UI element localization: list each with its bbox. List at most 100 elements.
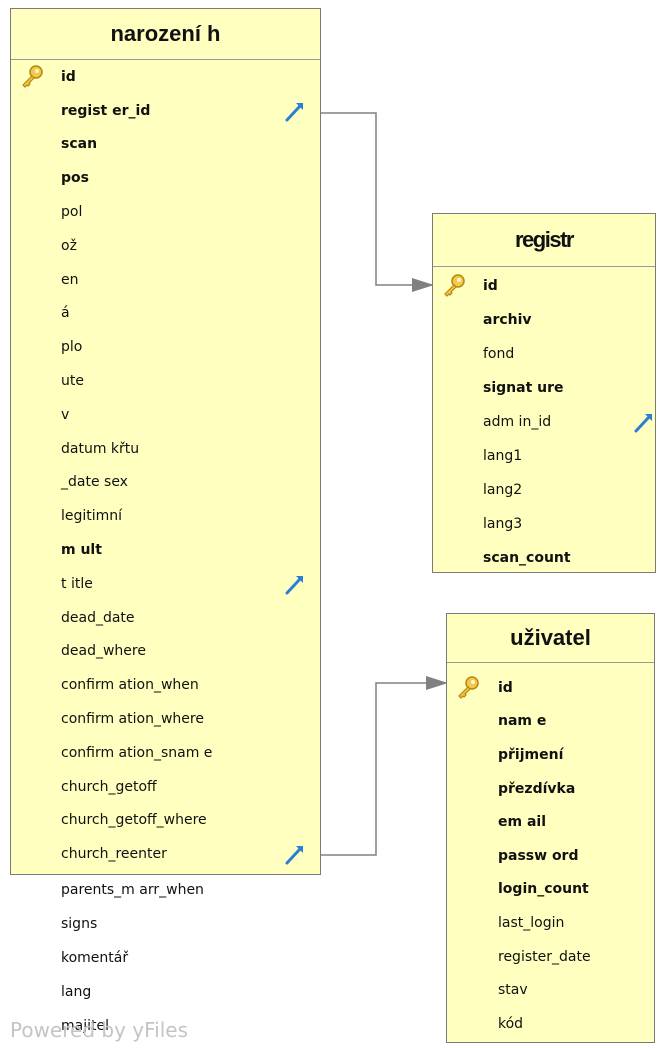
table-row[interactable]: em ail [447,805,654,839]
table-row[interactable]: scan [11,128,320,162]
table-row[interactable]: archiv [433,303,655,337]
column-name: přezdívka [498,780,576,797]
column-name: id [498,679,513,696]
table-row[interactable]: pos [11,161,320,195]
column-name: t itle [61,575,93,592]
table-row[interactable]: lang3 [433,507,655,541]
connector-church-reenter-to-uzivatel [320,676,448,856]
table-uzivatel[interactable]: uživatel id nam e přijmení přezdívka em ail p… [446,613,655,1043]
column-name: nam e [498,713,547,730]
table-row[interactable]: confirm ation_snam e [11,736,320,770]
column-name: plo [61,339,83,356]
column-name: regist er_id [61,102,151,119]
table-row[interactable]: login_count [447,873,654,907]
table-row[interactable]: stav [447,973,654,1007]
table-row[interactable]: lang1 [433,439,655,473]
watermark: Powered by yFiles [10,1018,188,1042]
table-row[interactable]: datum křtu [11,432,320,466]
primary-key-icon [19,64,45,94]
table-row[interactable]: dead_where [11,635,320,669]
table-row[interactable]: id [11,60,320,94]
table-row[interactable]: register_date [447,940,654,974]
table-row[interactable]: dead_date [11,601,320,635]
overflow-column-name: komentář [61,950,129,966]
column-name: ute [61,373,84,390]
table-row[interactable]: lang2 [433,473,655,507]
column-name: _date sex [61,474,128,491]
column-name: confirm ation_where [61,711,204,728]
table-row[interactable]: passw ord [447,839,654,873]
column-name: em ail [498,814,547,831]
table-row[interactable]: id [447,671,654,705]
foreign-key-icon [633,411,655,437]
table-title: narození h [11,9,320,60]
overflow-column-name: parents_m arr_when [61,882,204,898]
overflow-column-name: lang [61,984,92,1000]
table-row[interactable]: regist er_id [11,94,320,128]
column-name: church_getoff_where [61,812,207,829]
table-row[interactable]: přijmení [447,738,654,772]
table-row[interactable]: t itle [11,567,320,601]
column-name: church_reenter [61,846,167,863]
table-narozeni[interactable]: narození h id regist er_idscan pos pol ož en á… [10,8,321,875]
column-name: archiv [483,312,532,328]
column-name: legitimní [61,508,123,525]
column-name: lang3 [483,516,523,532]
column-name: pos [61,170,89,187]
table-row[interactable]: scan_count [433,541,655,575]
column-name: ož [61,237,77,254]
column-name: en [61,271,79,288]
column-name: confirm ation_snam e [61,744,213,761]
column-name: passw ord [498,847,579,864]
column-name: dead_date [61,609,135,626]
column-name: id [483,278,498,294]
table-row[interactable]: confirm ation_when [11,668,320,702]
column-name: fond [483,346,515,362]
column-name: signat ure [483,380,564,396]
table-row[interactable]: kód [447,1007,654,1041]
column-name: m ult [61,542,102,559]
primary-key-icon [441,273,467,303]
table-row[interactable]: ož [11,229,320,263]
column-name: scan_count [483,550,571,566]
table-row[interactable]: m ult [11,533,320,567]
table-row[interactable]: _date sex [11,466,320,500]
column-name: register_date [498,948,591,965]
table-row[interactable]: ute [11,364,320,398]
column-name: v [61,406,70,423]
table-row[interactable]: nam e [447,705,654,739]
column-name: lang1 [483,448,523,464]
column-name: pol [61,204,83,221]
column-name: confirm ation_when [61,677,199,694]
foreign-key-icon [284,100,306,126]
table-title: registr [433,214,655,267]
table-row[interactable]: church_getoff [11,770,320,804]
table-registr[interactable]: registr id archiv fond signat ure adm in_idl… [432,213,656,573]
column-name: adm in_id [483,414,552,430]
table-row[interactable]: id [433,269,655,303]
column-name: datum křtu [61,440,140,457]
table-row[interactable]: pol [11,195,320,229]
column-name: scan [61,136,98,153]
column-name: last_login [498,914,565,931]
table-row[interactable]: á [11,297,320,331]
table-row[interactable]: adm in_id [433,405,655,439]
table-row[interactable]: confirm ation_where [11,702,320,736]
column-name: church_getoff [61,778,157,795]
table-row[interactable]: last_login [447,906,654,940]
table-row[interactable]: legitimní [11,499,320,533]
column-name: stav [498,982,528,999]
table-row[interactable]: church_reenter [11,837,320,871]
foreign-key-icon [284,573,306,599]
table-row[interactable]: přezdívka [447,772,654,806]
table-row[interactable]: plo [11,330,320,364]
table-row[interactable]: v [11,398,320,432]
table-row[interactable]: signat ure [433,371,655,405]
table-row[interactable]: fond [433,337,655,371]
table-row[interactable]: en [11,263,320,297]
column-name: kód [498,1015,524,1032]
table-row[interactable]: church_getoff_where [11,804,320,838]
connector-register-to-registr [320,112,434,292]
table-title: uživatel [447,614,654,663]
column-name: id [61,68,76,85]
